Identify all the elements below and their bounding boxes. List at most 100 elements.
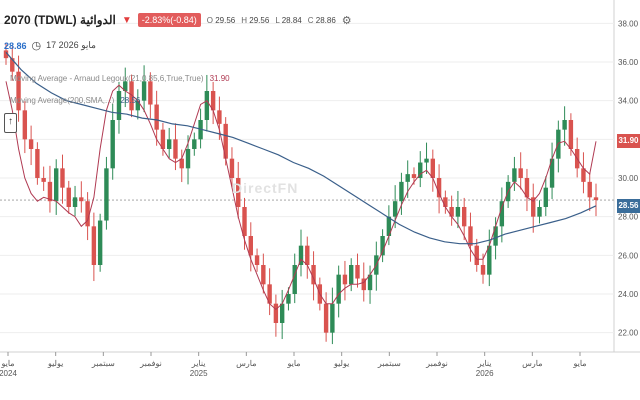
candle (66, 187, 71, 207)
candle (405, 174, 410, 182)
x-tick-label: مايو (0, 359, 14, 368)
candle (185, 149, 191, 169)
x-tick-label: مايو (286, 359, 300, 368)
candle (543, 187, 548, 207)
candle (336, 274, 341, 304)
x-tick-label-year: 2024 (0, 369, 17, 378)
candle (461, 207, 467, 227)
x-tick-label: نوفمبر (425, 359, 448, 368)
ohlc-high: H 29.56 (241, 15, 270, 25)
x-tick-label: يناير (477, 359, 492, 368)
candle (399, 181, 404, 202)
candle (411, 174, 417, 178)
y-tick-label: 34.00 (618, 97, 639, 106)
ohlc-readout: O 29.56 H 29.56 L 28.84 C 28.86 (207, 16, 336, 25)
candle (217, 110, 222, 124)
candle (166, 139, 172, 149)
candle (60, 168, 65, 188)
chart-date: 17 2026 مايو (46, 40, 96, 50)
candle (443, 197, 448, 207)
candle (392, 201, 398, 217)
x-tick-label: مارس (236, 359, 256, 368)
x-tick-label: نوفمبر (139, 359, 162, 368)
candle (430, 158, 436, 178)
last-price: 28.86 (4, 40, 27, 51)
last-price-row: 28.86 ◷ 17 2026 مايو (4, 39, 96, 52)
candle (248, 236, 253, 256)
candle (273, 303, 279, 323)
ohlc-low: L 28.84 (275, 15, 302, 25)
chart-header: 2070 (TDWL) الدوائية ▼ -2.83%(-0.84) O 2… (4, 10, 352, 30)
symbol-title: 2070 (TDWL) الدوائية (4, 13, 116, 27)
sma-price-badge: 28.56 (617, 198, 640, 213)
candle (342, 274, 348, 285)
x-tick-label: يناير (191, 359, 206, 368)
watermark: DirectFN (232, 180, 299, 196)
candle (91, 226, 97, 265)
candle (141, 81, 147, 101)
candle (286, 294, 291, 304)
candle (480, 265, 486, 275)
indicator-label: Moving Average(200,SMA,...) (10, 96, 115, 105)
x-tick-label-year: 2025 (190, 369, 208, 378)
x-tick-label: مارس (522, 359, 542, 368)
candle (305, 245, 310, 265)
x-tick-label: سبتمبر (91, 359, 115, 368)
candle (323, 303, 329, 333)
indicator-value: 28.56 (120, 96, 141, 105)
candle (455, 207, 461, 217)
candle (261, 265, 266, 285)
candle (22, 110, 28, 140)
candle (468, 226, 473, 246)
y-tick-label: 28.00 (618, 213, 639, 222)
x-tick-label: مايو (572, 359, 586, 368)
x-tick-label: يوليو (333, 359, 349, 368)
indicator-value: 31.90 (209, 74, 230, 83)
candle (72, 197, 78, 207)
candle (512, 168, 517, 182)
candle (562, 120, 567, 130)
candle (97, 220, 103, 265)
candle (229, 158, 235, 178)
candle (537, 207, 542, 217)
candle (110, 120, 115, 169)
candle (493, 226, 498, 246)
x-tick-label: يوليو (47, 359, 63, 368)
candle (474, 245, 479, 265)
y-tick-label: 36.00 (618, 58, 639, 67)
candle (279, 303, 285, 323)
candle (518, 168, 523, 178)
candle (204, 91, 210, 120)
candle (173, 139, 178, 159)
candle (330, 303, 335, 333)
ohlc-close: C 28.86 (307, 15, 336, 25)
indicator-alma[interactable]: Moving Average - Arnaud Legoux(21,0.85,6… (10, 74, 230, 83)
collapse-indicators-button[interactable]: ↑ (4, 113, 17, 133)
y-tick-label: 30.00 (618, 174, 639, 183)
candle (587, 181, 592, 198)
candle (349, 265, 354, 285)
candle (355, 265, 360, 279)
candle (499, 201, 505, 227)
indicator-sma[interactable]: Moving Average(200,SMA,...) 28.56 (10, 96, 140, 105)
price-chart[interactable]: 22.0024.0026.0028.0030.0032.0034.0036.00… (0, 0, 640, 400)
y-tick-label: 38.00 (618, 19, 639, 28)
gear-icon[interactable]: ⚙ (342, 14, 352, 27)
y-tick-label: 24.00 (618, 290, 639, 299)
candle (254, 255, 260, 265)
candle (148, 81, 153, 105)
ohlc-open: O 29.56 (206, 15, 236, 25)
x-tick-label: سبتمبر (377, 359, 401, 368)
candle (593, 197, 599, 201)
clock-icon: ◷ (31, 40, 42, 52)
candle (568, 120, 574, 149)
down-arrow-icon: ▼ (121, 14, 132, 26)
indicator-label: Moving Average - Arnaud Legoux(21,0.85,6… (10, 74, 204, 83)
y-tick-label: 22.00 (618, 329, 639, 338)
candle (79, 197, 84, 202)
candle (54, 168, 59, 202)
alma-price-badge: 31.90 (617, 134, 640, 149)
y-tick-label: 26.00 (618, 251, 639, 260)
change-badge: -2.83%(-0.84) (137, 13, 201, 27)
candle (424, 158, 429, 163)
